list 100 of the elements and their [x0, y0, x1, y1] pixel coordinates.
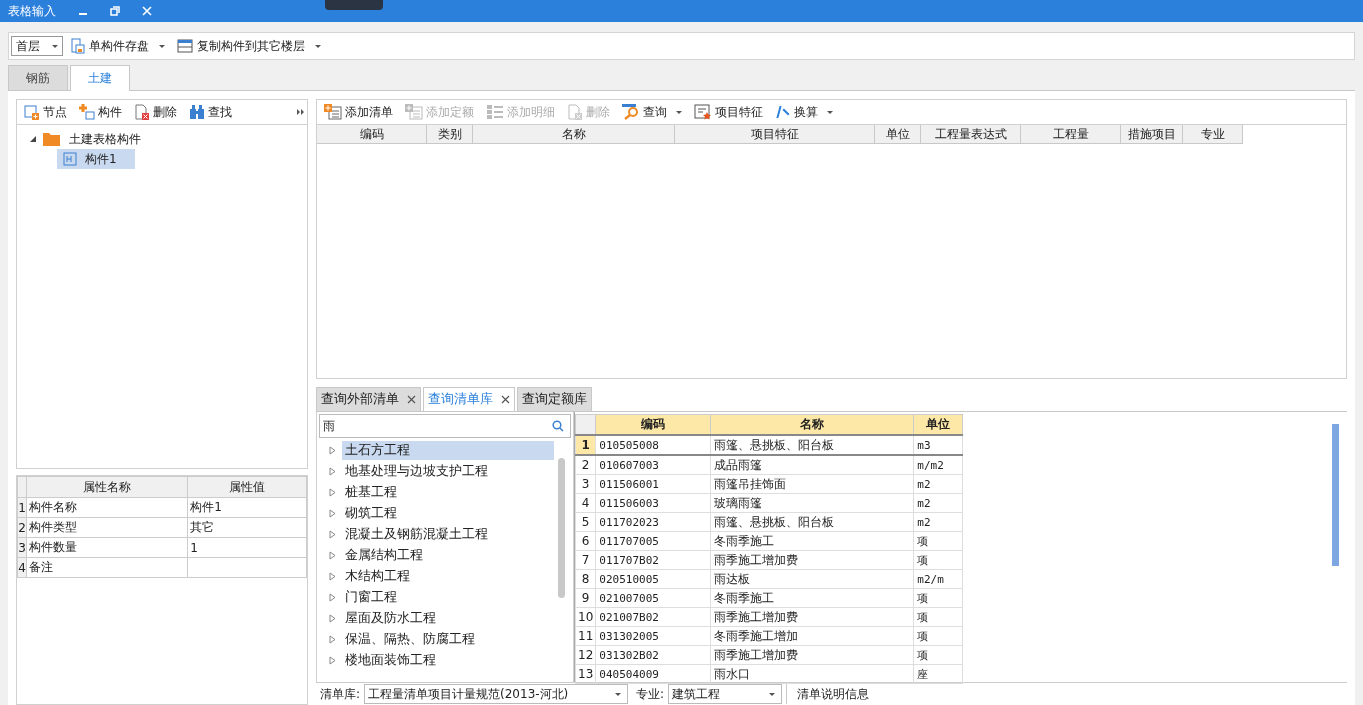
table-cell: 其它 — [187, 517, 307, 538]
toolbar-button[interactable]: 复制构件到其它楼层 — [173, 35, 325, 57]
column-header[interactable]: 类别 — [427, 125, 473, 144]
table-cell: 项 — [913, 550, 963, 570]
component-icon — [63, 152, 77, 166]
column-header[interactable]: 名称 — [473, 125, 675, 144]
add-icon — [79, 104, 95, 120]
table-cell: 011707B02 — [595, 550, 711, 570]
toolbar-button[interactable]: 节点 — [19, 101, 72, 123]
expander-icon[interactable] — [29, 135, 37, 143]
table-cell: 冬雨季施工增加 — [710, 626, 914, 646]
table-cell: 031302B02 — [595, 645, 711, 665]
table-cell: 021007B02 — [595, 607, 711, 627]
column-header[interactable]: 工程量表达式 — [921, 125, 1021, 144]
table-cell: 雨达板 — [710, 569, 914, 589]
table-cell: 雨季施工增加费 — [710, 607, 914, 627]
row-number: 3 — [17, 537, 27, 558]
column-header[interactable]: 编码 — [317, 125, 427, 144]
table-cell: 031302005 — [595, 626, 711, 646]
delete-icon — [567, 104, 583, 120]
column-header: 属性值 — [187, 476, 307, 498]
search-field[interactable]: 雨 — [319, 414, 571, 438]
tab[interactable]: 查询外部清单 — [316, 387, 421, 411]
row-number: 8 — [575, 569, 596, 589]
tree-item[interactable]: 土建表格构件 — [67, 129, 143, 149]
table-cell: 011702023 — [595, 512, 711, 532]
tree-item[interactable]: 木结构工程 — [342, 567, 413, 586]
binoculars-icon — [189, 104, 205, 120]
row-number: 2 — [17, 517, 27, 538]
toolbar-button[interactable]: 构件 — [74, 101, 127, 123]
table-cell: m/m2 — [913, 455, 963, 475]
table-cell: 项 — [913, 531, 963, 551]
table-cell: 构件名称 — [26, 497, 188, 518]
row-number: 12 — [575, 645, 596, 665]
caret-icon[interactable] — [676, 110, 682, 114]
table-cell: 011506001 — [595, 474, 711, 494]
tree-item[interactable]: 门窗工程 — [342, 588, 400, 607]
column-header: 属性名称 — [26, 476, 188, 498]
tree-item[interactable]: 地基处理与边坡支护工程 — [342, 462, 491, 481]
tab[interactable]: 查询清单库 — [423, 387, 515, 411]
tree-item[interactable]: 土石方工程 — [342, 441, 554, 460]
row-number: 13 — [575, 664, 596, 684]
tree-item[interactable]: 桩基工程 — [342, 483, 400, 502]
window-title: 表格输入 — [8, 2, 56, 20]
row-number: 4 — [17, 557, 27, 578]
toolbar-button[interactable]: 删除 — [129, 101, 182, 123]
row-number: 10 — [575, 607, 596, 627]
table-cell: 020510005 — [595, 569, 711, 589]
info-button[interactable]: 清单说明信息 — [786, 684, 880, 704]
toolbar-button[interactable]: 项目特征 — [689, 101, 768, 123]
tab[interactable]: 钢筋 — [8, 65, 68, 90]
search-icon — [622, 104, 640, 120]
column-header[interactable]: 措施项目 — [1121, 125, 1183, 144]
tab[interactable]: 土建 — [70, 65, 130, 91]
field-label: 清单库: — [319, 685, 361, 703]
list-icon — [486, 104, 504, 120]
scrollbar[interactable] — [1332, 424, 1339, 566]
table-cell: 备注 — [26, 557, 188, 578]
node-icon — [24, 104, 40, 120]
tree-item[interactable]: 金属结构工程 — [342, 546, 426, 565]
scrollbar[interactable] — [558, 458, 565, 598]
column-header[interactable]: 专业 — [1183, 125, 1243, 144]
table-cell: 雨季施工增加费 — [710, 645, 914, 665]
caret-icon[interactable] — [827, 110, 833, 114]
toolbar-button[interactable]: 查询 — [617, 101, 687, 123]
toolbar-button[interactable]: 换算 — [770, 101, 838, 123]
caret-icon[interactable] — [159, 44, 165, 48]
table-cell: 010607003 — [595, 455, 711, 475]
tree-item[interactable]: 砌筑工程 — [342, 504, 400, 523]
column-header[interactable]: 工程量 — [1021, 125, 1121, 144]
table-cell: 1 — [187, 537, 307, 558]
table-cell: 冬雨季施工 — [710, 588, 914, 608]
major-dropdown[interactable]: 建筑工程 — [668, 684, 783, 704]
toolbar-button[interactable]: 单构件存盘 — [67, 35, 169, 57]
row-number: 6 — [575, 531, 596, 551]
tree-item[interactable]: 保温、隔热、防腐工程 — [342, 630, 478, 649]
close-icon[interactable] — [501, 395, 510, 404]
caret-icon[interactable] — [315, 44, 321, 48]
toolbar-button[interactable]: 查找 — [184, 101, 237, 123]
table-cell: 项 — [913, 588, 963, 608]
close-icon[interactable] — [407, 395, 416, 404]
floor-dropdown[interactable]: 首层 — [11, 36, 63, 56]
tree-item[interactable]: 屋面及防水工程 — [342, 609, 439, 628]
more-icon[interactable] — [297, 108, 305, 116]
library-dropdown[interactable]: 工程量清单项目计量规范(2013-河北) — [364, 684, 629, 704]
table-cell: 雨季施工增加费 — [710, 550, 914, 570]
restore-icon[interactable] — [110, 6, 120, 16]
table-cell: 040504009 — [595, 664, 711, 684]
toolbar-button[interactable]: 添加清单 — [319, 101, 398, 123]
tab[interactable]: 查询定额库 — [517, 387, 592, 411]
table-cell: 座 — [913, 664, 963, 684]
table-cell: 010505008 — [595, 435, 711, 455]
search-icon[interactable] — [552, 420, 564, 432]
tree-item[interactable]: 混凝土及钢筋混凝土工程 — [342, 525, 491, 544]
column-header[interactable]: 项目特征 — [675, 125, 875, 144]
tree-item[interactable]: 构件1 — [57, 149, 135, 169]
column-header[interactable]: 单位 — [875, 125, 921, 144]
row-number: 1 — [17, 497, 27, 518]
add-list-icon — [324, 104, 342, 120]
tree-item[interactable]: 楼地面装饰工程 — [342, 651, 439, 670]
